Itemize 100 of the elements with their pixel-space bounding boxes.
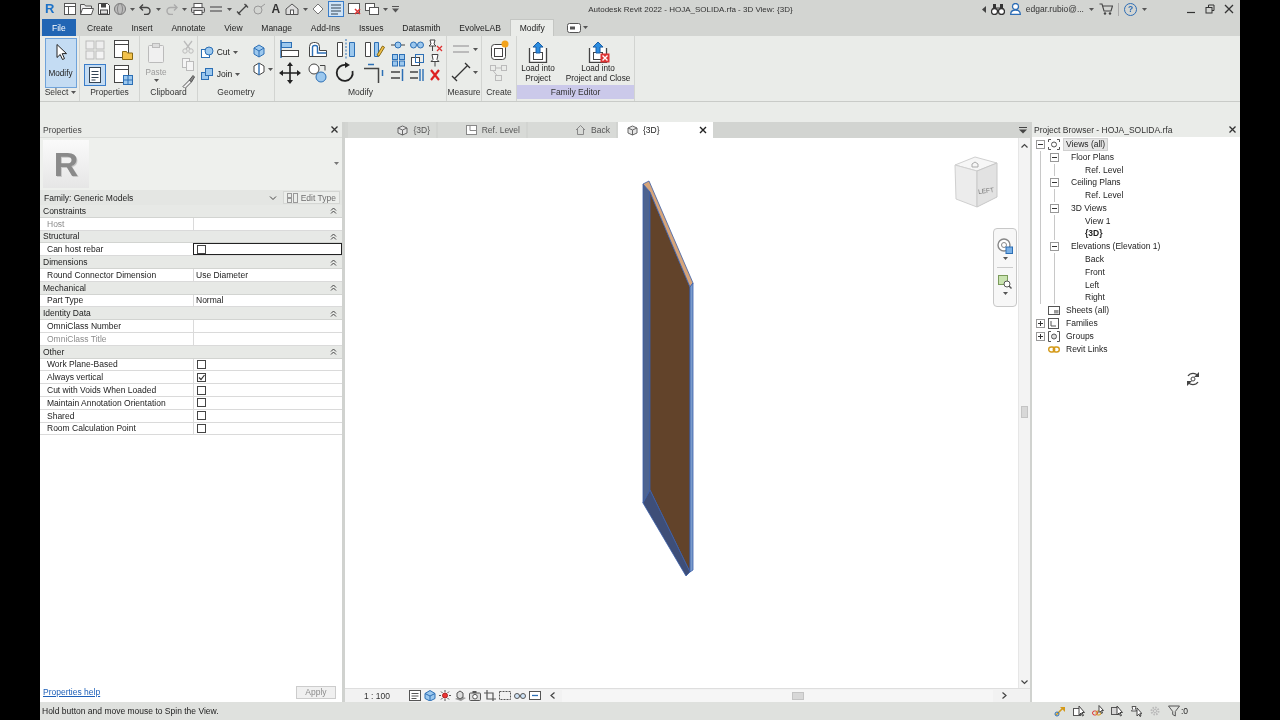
ribbon-tab[interactable]: Annotate xyxy=(162,19,215,36)
user-account-menu[interactable]: edgar.rubio@... xyxy=(1025,4,1084,14)
join-geometry-button[interactable]: Join xyxy=(198,66,242,82)
collapse-icon[interactable] xyxy=(1036,139,1045,149)
ribbon-tab[interactable]: Insert xyxy=(122,19,163,36)
four-arrows-icon[interactable] xyxy=(278,62,302,84)
cursor-chain-icon[interactable] xyxy=(1091,705,1104,717)
select-dropdown[interactable]: Select xyxy=(42,85,79,99)
pin-cross-icon[interactable] xyxy=(427,38,443,53)
ribbon-tab[interactable]: Issues xyxy=(349,19,393,36)
tree-item[interactable]: Elevations (Elevation 1) xyxy=(1068,240,1164,254)
shaded-cube-icon[interactable] xyxy=(424,690,436,701)
cube-icon[interactable] xyxy=(252,44,267,58)
tree-item[interactable]: Revit Links xyxy=(1063,342,1111,356)
tree-item[interactable]: Back xyxy=(1082,253,1107,267)
caret-icon[interactable] xyxy=(1142,7,1147,11)
type-selector[interactable]: Family: Generic Models xyxy=(42,191,279,204)
caret-icon[interactable] xyxy=(1002,257,1008,260)
undo-icon[interactable] xyxy=(139,3,153,15)
ribbon-tab[interactable]: Create xyxy=(77,19,122,36)
tree-item[interactable]: Groups xyxy=(1063,329,1097,343)
rounded-box-icon[interactable] xyxy=(567,22,582,33)
close-icon[interactable] xyxy=(1229,126,1236,133)
document-tab[interactable]: {3D} xyxy=(348,122,436,138)
window-cross-icon[interactable] xyxy=(348,3,362,15)
ribbon-tab[interactable]: View xyxy=(214,19,252,36)
expand-icon[interactable] xyxy=(1036,319,1045,329)
checkbox[interactable] xyxy=(197,423,206,433)
ribbon-tab[interactable]: Modify xyxy=(510,19,555,36)
dashed-rectangle-icon[interactable] xyxy=(499,690,511,701)
tree-item[interactable]: 3D Views xyxy=(1068,201,1110,215)
modify-button[interactable]: Modify xyxy=(44,38,77,88)
tree-item[interactable]: Ref. Level xyxy=(1082,189,1127,203)
split-hexagon-icon[interactable] xyxy=(252,62,267,76)
property-value-field[interactable]: Normal xyxy=(193,294,342,307)
document-tab[interactable]: Back xyxy=(528,122,616,138)
sun-icon[interactable] xyxy=(439,690,451,701)
checkbox[interactable] xyxy=(197,398,206,408)
window-folder-icon[interactable] xyxy=(111,39,134,61)
two-circles-icon[interactable] xyxy=(306,62,330,84)
checkbox[interactable] xyxy=(197,385,206,395)
horizontal-scrollbar[interactable] xyxy=(562,689,993,702)
bar-caret-icon[interactable] xyxy=(1019,126,1027,134)
lines-icon[interactable] xyxy=(328,1,345,17)
diamond-icon[interactable] xyxy=(312,3,325,15)
checkbox[interactable] xyxy=(197,244,206,254)
chevron-up-icon[interactable] xyxy=(1021,143,1028,148)
house-icon[interactable] xyxy=(285,3,300,15)
view-scale[interactable]: 1 : 100 xyxy=(364,690,390,701)
framed-lines-icon[interactable] xyxy=(409,690,421,701)
tree-item[interactable]: {3D} xyxy=(1082,227,1106,241)
double-bar-icon[interactable] xyxy=(408,68,425,83)
scrollbar-thumb[interactable] xyxy=(792,691,804,700)
tree-item[interactable]: View 1 xyxy=(1082,214,1114,228)
property-group-header[interactable]: Identity Data xyxy=(40,307,342,321)
camera-icon[interactable] xyxy=(469,690,481,701)
tree-item[interactable]: Sheets (all) xyxy=(1063,304,1112,318)
frame-dot-icon[interactable] xyxy=(488,39,510,61)
dotted-ring-icon[interactable] xyxy=(1148,705,1161,717)
close-icon[interactable] xyxy=(331,126,338,133)
tiles-icon[interactable] xyxy=(83,39,106,61)
document-tab[interactable]: Ref. Level xyxy=(438,122,526,138)
document-lines-icon[interactable] xyxy=(83,64,106,86)
close-icon[interactable] xyxy=(699,126,707,134)
arrow-bars-icon[interactable] xyxy=(390,68,406,83)
caret-icon[interactable] xyxy=(334,162,339,165)
collapse-icon[interactable] xyxy=(1050,242,1059,252)
cursor-pin-icon[interactable] xyxy=(1129,705,1142,717)
text-tool-button[interactable]: A xyxy=(270,2,282,16)
restore-icon[interactable] xyxy=(1205,4,1215,14)
tree-item[interactable]: Front xyxy=(1082,265,1108,279)
property-value-field[interactable]: Use Diameter xyxy=(193,269,342,281)
window-icon[interactable] xyxy=(64,3,77,15)
print-icon[interactable] xyxy=(191,3,206,15)
cursor-box-icon[interactable] xyxy=(1072,705,1085,717)
aligned-bars-icon[interactable] xyxy=(278,38,302,60)
scrollbar-thumb[interactable] xyxy=(1021,406,1028,418)
cart-icon[interactable] xyxy=(1099,3,1113,15)
eyeglasses-icon[interactable] xyxy=(514,690,526,701)
filter-icon[interactable] xyxy=(1167,705,1180,717)
tree-item[interactable]: Ref. Level xyxy=(1082,163,1127,177)
bar-caret-icon[interactable] xyxy=(392,5,400,13)
cut-geometry-button[interactable]: Cut xyxy=(198,44,239,60)
corner-lines-icon[interactable] xyxy=(362,62,386,84)
mirror-axis-icon[interactable] xyxy=(334,38,358,60)
diagonal-dimension-icon[interactable] xyxy=(450,62,471,82)
vertical-scrollbar[interactable] xyxy=(1018,138,1030,688)
shaded-box-cursor-icon[interactable] xyxy=(1110,705,1123,717)
tree-item[interactable]: Floor Plans xyxy=(1068,150,1117,164)
tree-item[interactable]: Ceiling Plans xyxy=(1068,176,1124,190)
property-group-header[interactable]: Constraints xyxy=(40,205,342,218)
checkbox[interactable] xyxy=(197,359,206,369)
tree-item[interactable]: Left xyxy=(1082,278,1103,292)
window-grid-icon[interactable] xyxy=(111,64,134,86)
checkbox[interactable] xyxy=(197,372,206,382)
ribbon-tab[interactable]: Manage xyxy=(251,19,302,36)
stacked-windows-icon[interactable] xyxy=(365,3,380,15)
cross-icon[interactable] xyxy=(427,68,443,83)
push-pin-icon[interactable] xyxy=(427,53,443,68)
shadow-cube-icon[interactable] xyxy=(454,690,466,701)
